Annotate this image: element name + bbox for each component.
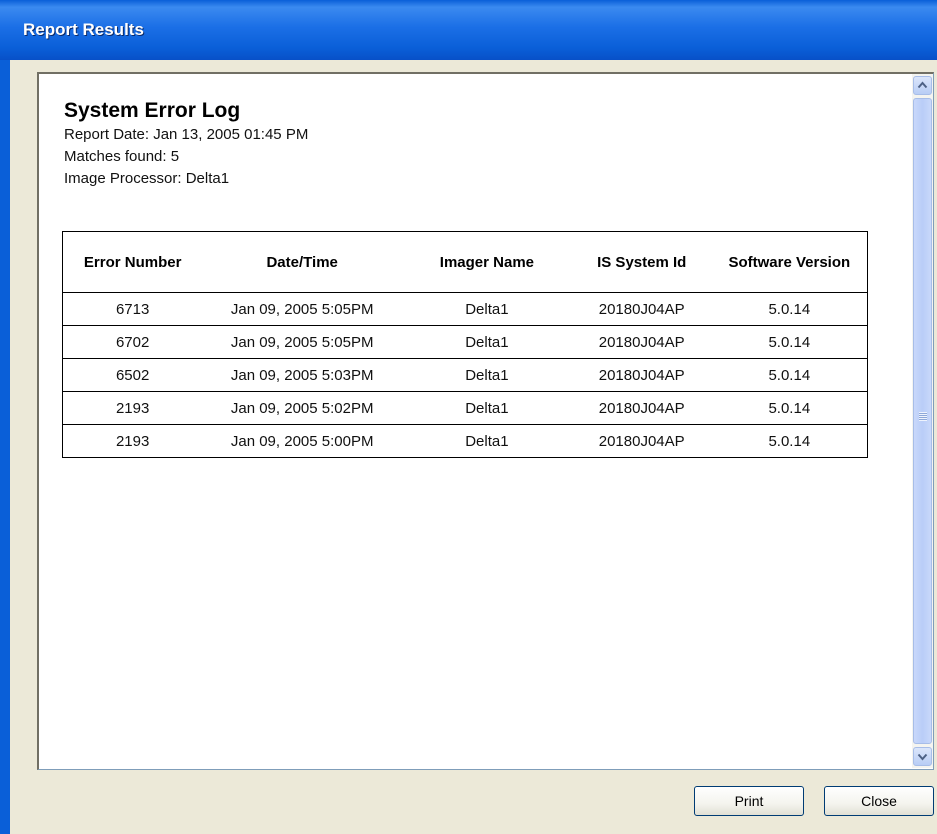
report-header: System Error Log Report Date: Jan 13, 20… [64, 98, 308, 190]
chevron-up-icon [917, 81, 928, 89]
table-header-row: Error Number Date/Time Imager Name IS Sy… [62, 231, 868, 293]
error-log-table: Error Number Date/Time Imager Name IS Sy… [62, 231, 868, 458]
cell-software-version: 5.0.14 [711, 325, 868, 359]
title-bar[interactable]: Report Results [0, 0, 937, 60]
column-header-software-version: Software Version [711, 231, 868, 293]
scroll-thumb[interactable] [913, 98, 932, 744]
scroll-up-button[interactable] [913, 76, 932, 95]
report-title: System Error Log [64, 99, 241, 122]
cell-date-time: Jan 09, 2005 5:02PM [202, 391, 403, 425]
column-header-date-time: Date/Time [202, 231, 403, 293]
scroll-down-button[interactable] [913, 747, 932, 766]
cell-error-number: 6702 [62, 325, 203, 359]
cell-date-time: Jan 09, 2005 5:00PM [202, 424, 403, 458]
cell-imager-name: Delta1 [402, 358, 572, 392]
column-header-error-number: Error Number [62, 231, 203, 293]
chevron-down-icon [917, 753, 928, 761]
cell-is-system-id: 20180J04AP [571, 391, 712, 425]
cell-error-number: 6502 [62, 358, 203, 392]
cell-is-system-id: 20180J04AP [571, 424, 712, 458]
cell-error-number: 2193 [62, 391, 203, 425]
vertical-scrollbar[interactable] [912, 74, 933, 768]
column-header-imager-name: Imager Name [402, 231, 572, 293]
cell-imager-name: Delta1 [402, 325, 572, 359]
matches-found: Matches found: 5 [64, 148, 180, 165]
cell-is-system-id: 20180J04AP [571, 292, 712, 326]
cell-software-version: 5.0.14 [711, 358, 868, 392]
table-row: 6502 Jan 09, 2005 5:03PM Delta1 20180J04… [62, 358, 868, 392]
cell-date-time: Jan 09, 2005 5:03PM [202, 358, 403, 392]
report-date: Report Date: Jan 13, 2005 01:45 PM [64, 126, 309, 143]
cell-imager-name: Delta1 [402, 391, 572, 425]
cell-date-time: Jan 09, 2005 5:05PM [202, 325, 403, 359]
cell-imager-name: Delta1 [402, 424, 572, 458]
print-button[interactable]: Print [694, 786, 804, 816]
column-header-is-system-id: IS System Id [571, 231, 712, 293]
image-processor: Image Processor: Delta1 [64, 170, 230, 187]
window-title: Report Results [23, 20, 144, 39]
cell-software-version: 5.0.14 [711, 424, 868, 458]
table-row: 6713 Jan 09, 2005 5:05PM Delta1 20180J04… [62, 292, 868, 326]
cell-software-version: 5.0.14 [711, 292, 868, 326]
grip-icon [919, 412, 927, 421]
report-results-window: Report Results System Error Log Report D… [0, 0, 937, 834]
cell-imager-name: Delta1 [402, 292, 572, 326]
table-row: 2193 Jan 09, 2005 5:02PM Delta1 20180J04… [62, 391, 868, 425]
cell-software-version: 5.0.14 [711, 391, 868, 425]
close-button[interactable]: Close [824, 786, 934, 816]
cell-error-number: 6713 [62, 292, 203, 326]
cell-date-time: Jan 09, 2005 5:05PM [202, 292, 403, 326]
cell-is-system-id: 20180J04AP [571, 358, 712, 392]
table-row: 6702 Jan 09, 2005 5:05PM Delta1 20180J04… [62, 325, 868, 359]
report-content-panel: System Error Log Report Date: Jan 13, 20… [37, 72, 934, 770]
table-row: 2193 Jan 09, 2005 5:00PM Delta1 20180J04… [62, 424, 868, 458]
cell-is-system-id: 20180J04AP [571, 325, 712, 359]
cell-error-number: 2193 [62, 424, 203, 458]
